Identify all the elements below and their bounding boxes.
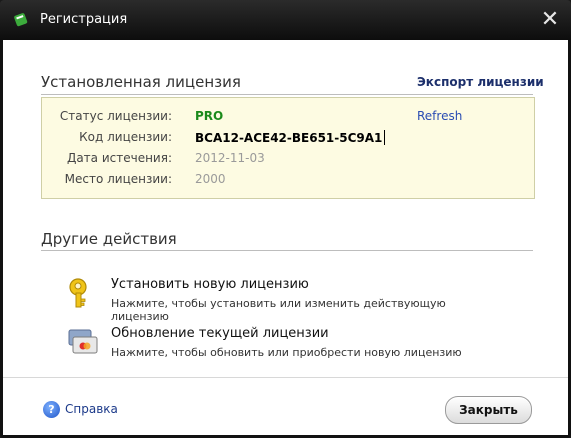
- seats-label: Место лицензии:: [64, 172, 172, 186]
- renew-license-desc: Нажмите, чтобы обновить или приобрести н…: [111, 346, 462, 359]
- section-divider: [41, 250, 533, 251]
- close-button[interactable]: Закрыть: [445, 396, 532, 424]
- registration-window: Регистрация ✕ Установленная лицензия Экс…: [0, 0, 571, 438]
- key-icon: [69, 278, 87, 308]
- install-new-license-action[interactable]: Установить новую лицензию Нажмите, чтобы…: [67, 277, 507, 323]
- help-icon: ?: [43, 401, 60, 418]
- installed-license-heading: Установленная лицензия: [41, 73, 241, 91]
- title-bar: Регистрация ✕: [0, 0, 571, 40]
- other-actions-heading: Другие действия: [41, 230, 177, 248]
- footer-divider: [3, 377, 568, 378]
- renew-license-action[interactable]: Обновление текущей лицензии Нажмите, что…: [67, 326, 507, 366]
- install-new-license-desc: Нажмите, чтобы установить или изменить д…: [111, 297, 446, 323]
- status-value: PRO: [195, 109, 224, 123]
- refresh-link[interactable]: Refresh: [417, 109, 462, 123]
- license-info-box: Статус лицензии: PRO Refresh Код лицензи…: [41, 97, 535, 199]
- install-new-license-title: Установить новую лицензию: [111, 277, 309, 292]
- export-license-link[interactable]: Экспорт лицензии: [417, 75, 544, 89]
- dialog-body: Установленная лицензия Экспорт лицензии …: [3, 40, 568, 435]
- credit-card-icon: [68, 329, 98, 354]
- renew-license-title: Обновление текущей лицензии: [111, 326, 329, 341]
- help-label: Справка: [65, 402, 118, 416]
- license-key-value: BCA12-ACE42-BE651-5C9A1: [195, 131, 383, 145]
- seats-value: 2000: [195, 172, 226, 186]
- expiry-value: 2012-11-03: [195, 151, 265, 165]
- app-icon: [14, 13, 28, 27]
- license-key-field[interactable]: BCA12-ACE42-BE651-5C9A1: [195, 130, 386, 145]
- expiry-label: Дата истечения:: [66, 151, 172, 165]
- license-key-label: Код лицензии:: [79, 130, 172, 144]
- section-divider: [41, 94, 533, 95]
- text-caret: [384, 130, 386, 145]
- close-icon[interactable]: ✕: [536, 6, 564, 34]
- window-title: Регистрация: [40, 12, 128, 27]
- status-label: Статус лицензии:: [59, 109, 172, 123]
